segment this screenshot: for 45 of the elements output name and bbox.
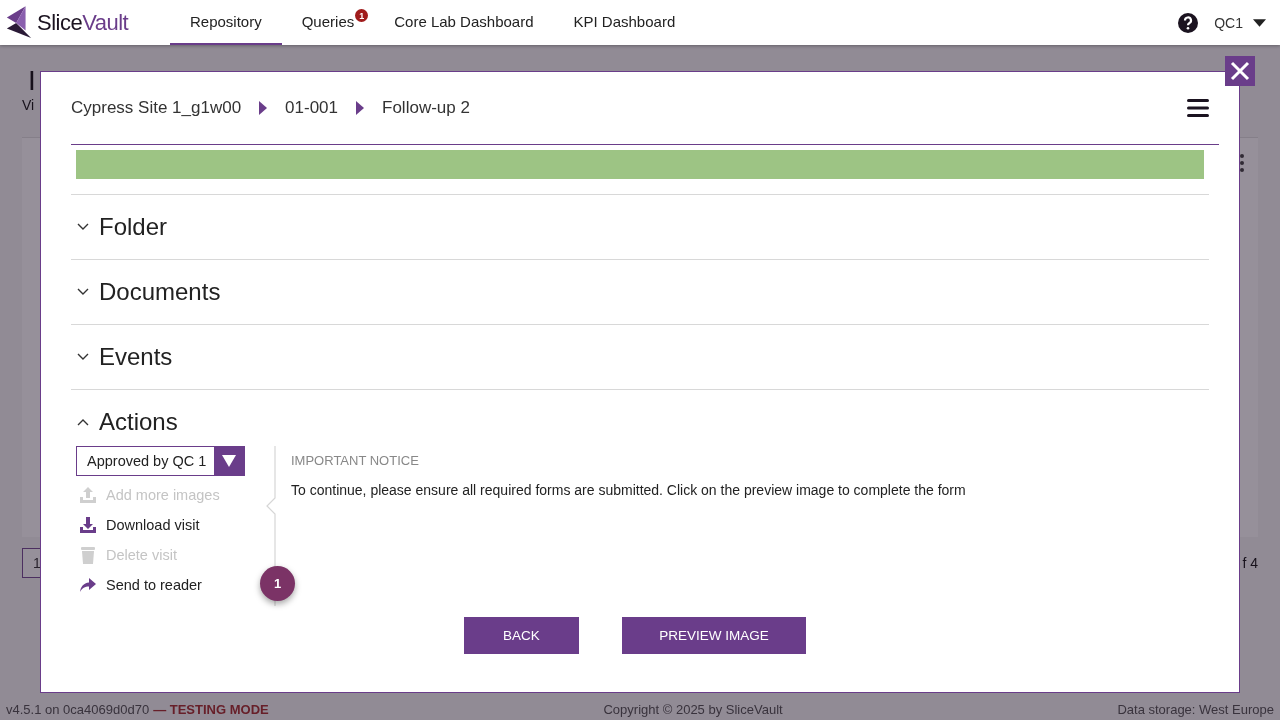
page-subtitle: Vi <box>22 97 35 113</box>
download-icon <box>79 516 97 534</box>
version-text: v4.5.1 on 0ca4069d0d70 <box>6 701 150 717</box>
notice-text: To continue, please ensure all required forms are submitted. Click on the preview image to complete the form <box>291 482 966 498</box>
user-menu[interactable]: QC1 <box>1214 14 1266 31</box>
copyright-text: Copyright © 2025 by SliceVault <box>603 701 783 717</box>
nav-tab[interactable]: Core Lab Dashboard <box>374 0 554 45</box>
status-dropdown[interactable]: Approved by QC 1 <box>76 446 245 476</box>
page-title: I <box>28 65 36 97</box>
logo-icon <box>5 4 33 41</box>
kebab-icon <box>1240 154 1244 172</box>
help-icon <box>1178 12 1199 33</box>
menu-icon <box>1187 99 1209 117</box>
section-header[interactable]: Folder <box>71 195 1209 259</box>
share-arrow-icon <box>79 576 97 594</box>
breadcrumb-link[interactable]: Cypress Site 1_g1w00 <box>71 98 242 118</box>
trash-icon <box>79 546 97 564</box>
upload-icon <box>79 486 97 504</box>
chevron-down-icon <box>77 288 89 296</box>
chevron-down-icon <box>77 223 89 231</box>
close-button[interactable] <box>1225 56 1255 86</box>
logo-text: SliceVault <box>37 9 129 36</box>
action-button[interactable]: BACK <box>464 617 579 654</box>
page-count: f 4 <box>1242 555 1258 571</box>
nav-tab[interactable]: KPI Dashboard <box>553 0 696 45</box>
chevron-up-icon <box>77 418 89 426</box>
chevron-down-icon <box>77 353 89 361</box>
caret-icon <box>1253 18 1266 27</box>
menu-button[interactable] <box>1187 99 1209 117</box>
triangle-right-icon <box>356 101 365 115</box>
section-header[interactable]: Events <box>71 325 1209 389</box>
notice-title: IMPORTANT NOTICE <box>291 453 420 468</box>
nav-tab[interactable]: Queries 1 <box>281 0 375 45</box>
count-badge: 1 <box>355 9 369 22</box>
breadcrumb-link[interactable]: Follow-up 2 <box>382 98 470 118</box>
storage-text: Data storage: West Europe <box>1117 701 1274 717</box>
testing-mode-label: — TESTING MODE <box>153 701 269 717</box>
section-header[interactable]: Documents <box>71 260 1209 324</box>
action-button[interactable]: PREVIEW IMAGE <box>622 617 806 654</box>
caret-down-icon <box>222 455 236 467</box>
step-badge: 1 <box>260 566 295 601</box>
breadcrumb-link[interactable]: 01-001 <box>285 98 339 118</box>
action-link[interactable]: Download visit <box>76 510 266 540</box>
close-icon <box>1230 61 1250 81</box>
triangle-right-icon <box>259 101 268 115</box>
